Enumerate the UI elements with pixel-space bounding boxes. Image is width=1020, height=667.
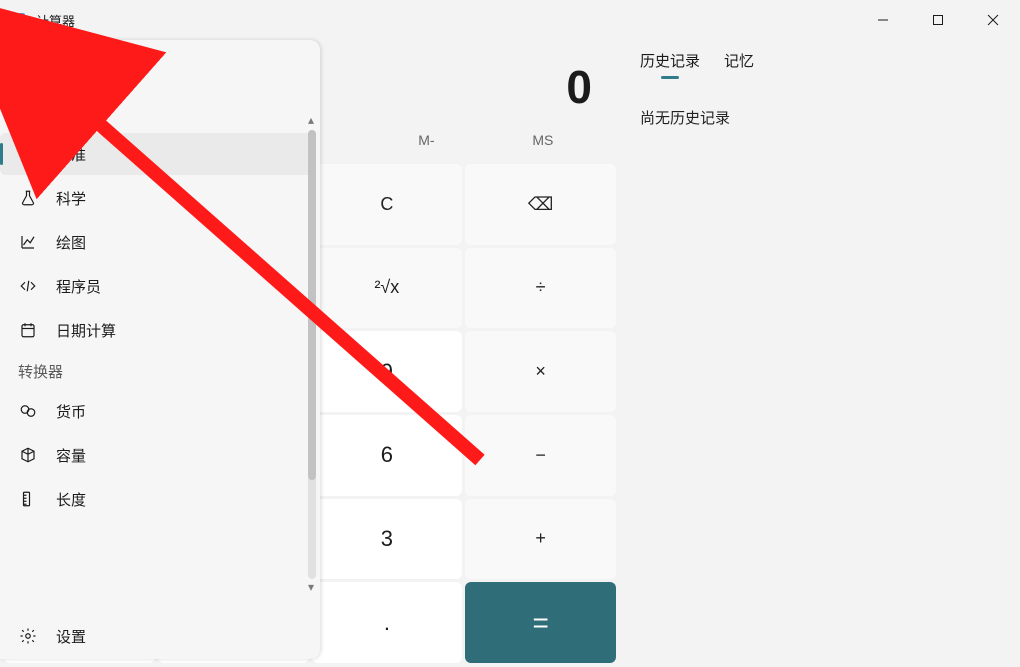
- nav-section-converter: 转换器: [0, 353, 320, 388]
- nav-item-label: 科学: [56, 188, 86, 209]
- nav-item-settings[interactable]: 设置: [0, 615, 314, 657]
- minimize-button[interactable]: [855, 0, 910, 40]
- key-+[interactable]: +: [465, 499, 616, 580]
- nav-item-flask[interactable]: 科学: [0, 177, 314, 219]
- nav-item-label: 长度: [56, 489, 86, 510]
- key-÷[interactable]: ÷: [465, 248, 616, 329]
- code-icon: [18, 277, 38, 295]
- nav-item-label: 设置: [56, 626, 86, 647]
- nav-flyout: 计算器 标准科学绘图程序员日期计算 转换器 货币容量长度 ▴ ▾ 设置: [0, 40, 320, 659]
- scroll-down-icon[interactable]: ▾: [305, 581, 317, 593]
- key-6[interactable]: 6: [312, 415, 463, 496]
- history-tab-1[interactable]: 记忆: [724, 50, 754, 77]
- key-⌫[interactable]: ⌫: [465, 164, 616, 245]
- key-−[interactable]: −: [465, 415, 616, 496]
- key-×[interactable]: ×: [465, 331, 616, 412]
- history-tab-0[interactable]: 历史记录: [640, 50, 700, 77]
- memory-button-ms[interactable]: MS: [486, 122, 600, 158]
- key-3[interactable]: 3: [312, 499, 463, 580]
- key-²√x[interactable]: ²√x: [312, 248, 463, 329]
- hamburger-button[interactable]: [8, 48, 52, 88]
- nav-item-currency[interactable]: 货币: [0, 390, 314, 432]
- nav-item-label: 容量: [56, 445, 86, 466]
- nav-scrollbar[interactable]: [308, 130, 316, 579]
- nav-section-calculator: 计算器: [0, 96, 320, 131]
- key-C[interactable]: C: [312, 164, 463, 245]
- nav-item-code[interactable]: 程序员: [0, 265, 314, 307]
- nav-item-graph[interactable]: 绘图: [0, 221, 314, 263]
- gear-icon: [18, 627, 38, 645]
- graph-icon: [18, 233, 38, 251]
- nav-item-label: 程序员: [56, 276, 101, 297]
- nav-item-ruler[interactable]: 长度: [0, 478, 314, 520]
- nav-item-calculator[interactable]: 标准: [0, 133, 314, 175]
- key-9[interactable]: 9: [312, 331, 463, 412]
- app-icon: [10, 12, 26, 28]
- nav-item-label: 绘图: [56, 232, 86, 253]
- calculator-icon: [18, 145, 38, 163]
- scroll-up-icon[interactable]: ▴: [305, 114, 317, 126]
- flask-icon: [18, 189, 38, 207]
- nav-item-label: 日期计算: [56, 320, 116, 341]
- ruler-icon: [18, 490, 38, 508]
- calendar-icon: [18, 321, 38, 339]
- nav-item-label: 标准: [56, 144, 86, 165]
- memory-button-m-[interactable]: M-: [369, 122, 483, 158]
- key-.[interactable]: .: [312, 582, 463, 663]
- key-=[interactable]: =: [465, 582, 616, 663]
- nav-item-cube[interactable]: 容量: [0, 434, 314, 476]
- maximize-button[interactable]: [910, 0, 965, 40]
- nav-item-label: 货币: [56, 401, 86, 422]
- history-empty-text: 尚无历史记录: [640, 107, 1000, 128]
- cube-icon: [18, 446, 38, 464]
- nav-scrollbar-thumb[interactable]: [308, 130, 316, 480]
- nav-item-calendar[interactable]: 日期计算: [0, 309, 314, 351]
- currency-icon: [18, 402, 38, 420]
- close-button[interactable]: [965, 0, 1020, 40]
- window-title: 计算器: [36, 11, 75, 30]
